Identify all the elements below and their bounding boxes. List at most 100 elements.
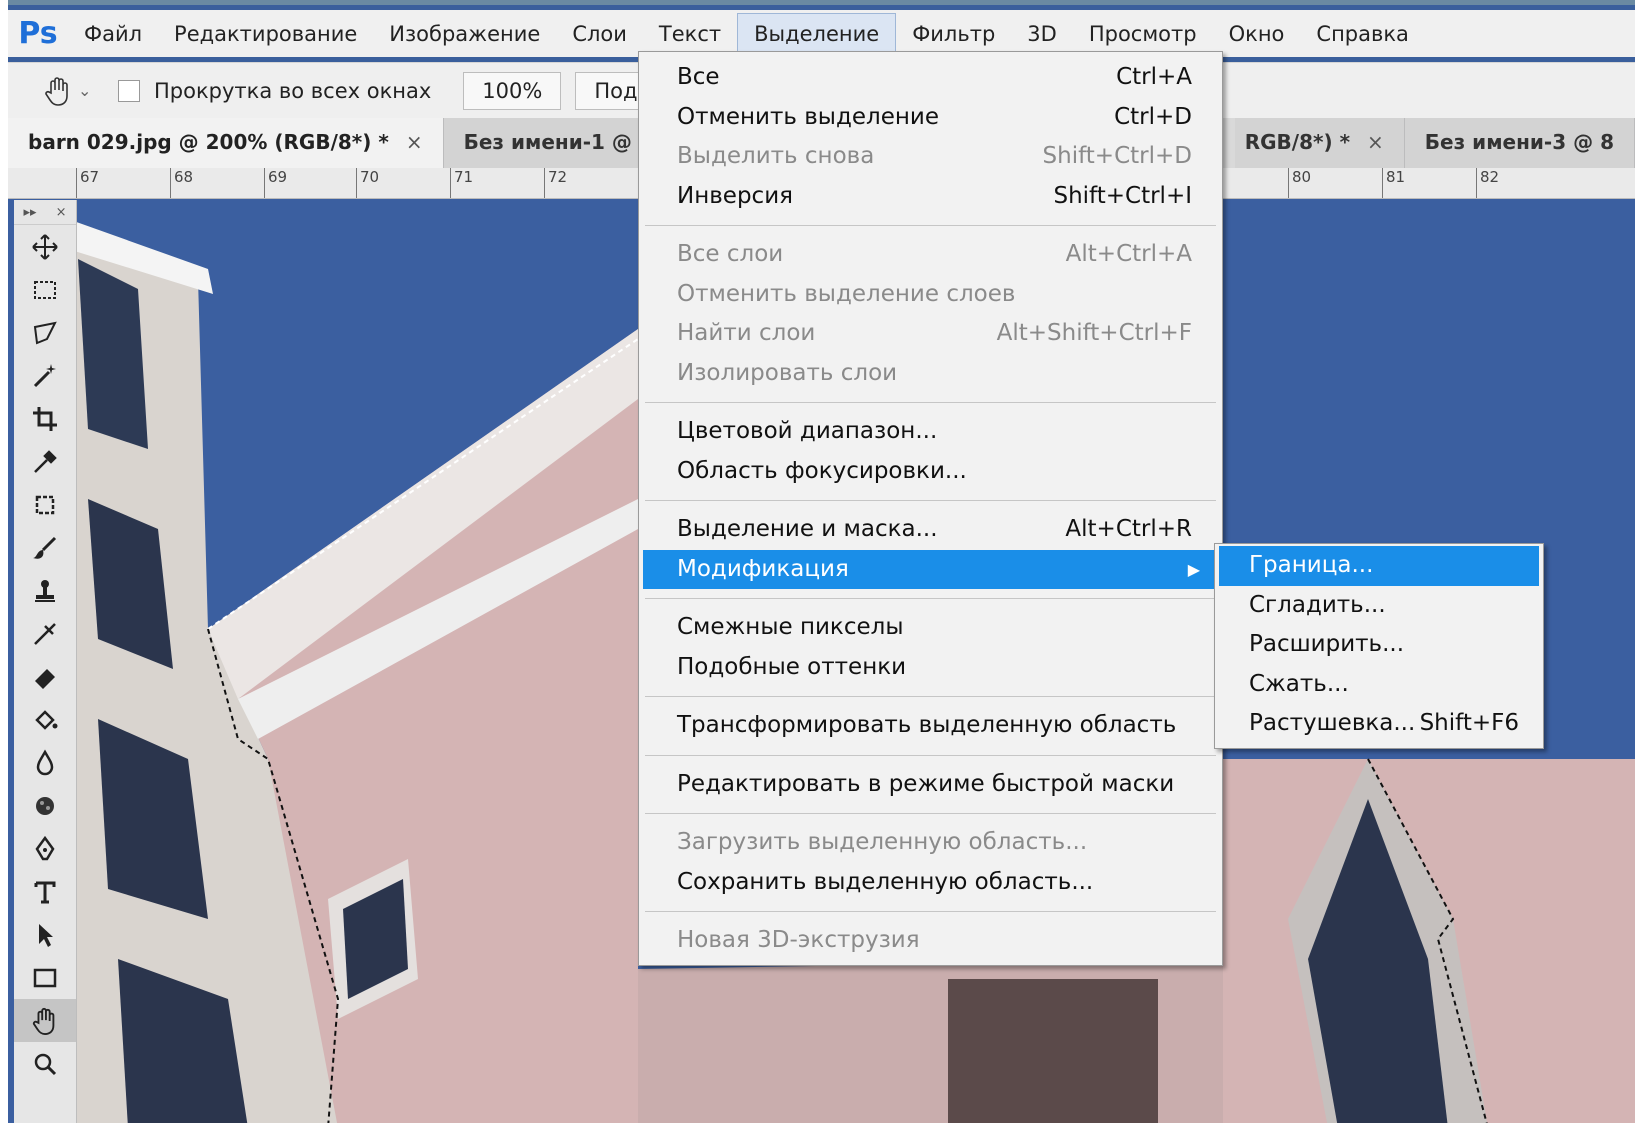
menu-item-focus-area[interactable]: Область фокусировки... <box>639 452 1222 492</box>
submenu-item-label: Растушевка... <box>1249 710 1416 736</box>
brush-tool-icon[interactable] <box>14 526 76 569</box>
paint-bucket-tool-icon[interactable] <box>14 698 76 741</box>
tab-untitled-1[interactable]: Без имени-1 @ 200% <box>443 118 655 168</box>
tools-panel: ▸▸ × <box>14 200 77 1123</box>
modify-submenu: Граница... Сгладить... Расширить... Сжат… <box>1214 543 1544 749</box>
menu-image[interactable]: Изображение <box>373 14 556 54</box>
ps-logo: Ps <box>18 16 58 51</box>
menu-item-quick-mask[interactable]: Редактировать в режиме быстрой маски <box>639 765 1222 805</box>
menu-separator <box>645 754 1216 756</box>
menu-filter[interactable]: Фильтр <box>896 14 1011 54</box>
close-icon[interactable]: × <box>56 205 67 220</box>
menu-item-new-3d-extrusion: Новая 3D-экструзия <box>639 921 1222 961</box>
menu-item-similar[interactable]: Подобные оттенки <box>639 648 1222 688</box>
menu-item-find-layers: Найти слои Alt+Shift+Ctrl+F <box>639 314 1222 354</box>
menu-separator <box>645 696 1216 697</box>
menu-item-label: Область фокусировки... <box>677 457 967 484</box>
menu-separator <box>645 500 1216 501</box>
menu-select[interactable]: Выделение <box>737 12 897 55</box>
menu-window[interactable]: Окно <box>1213 14 1301 54</box>
menu-item-label: Смежные пикселы <box>677 614 904 640</box>
menu-item-deselect[interactable]: Отменить выделение Ctrl+D <box>639 98 1222 138</box>
submenu-item-contract[interactable]: Сжать... <box>1215 665 1543 705</box>
hand-tool-preset-icon[interactable] <box>38 71 78 111</box>
eraser-tool-icon[interactable] <box>14 655 76 698</box>
menu-item-select-all[interactable]: Все Ctrl+A <box>639 58 1222 98</box>
menu-help[interactable]: Справка <box>1300 14 1425 54</box>
marquee-tool-icon[interactable] <box>14 268 76 311</box>
menu-item-color-range[interactable]: Цветовой диапазон... <box>639 412 1222 452</box>
hand-tool-icon[interactable] <box>14 999 76 1042</box>
stamp-tool-icon[interactable] <box>14 569 76 612</box>
menu-item-shortcut: Shift+Ctrl+D <box>1042 143 1192 169</box>
menu-item-label: Загрузить выделенную область... <box>677 829 1088 855</box>
menu-separator <box>645 598 1216 599</box>
menu-view[interactable]: Просмотр <box>1073 14 1213 54</box>
menu-file[interactable]: Файл <box>68 14 158 54</box>
menu-item-save-selection[interactable]: Сохранить выделенную область... <box>639 863 1222 903</box>
zoom-100-button[interactable]: 100% <box>463 71 562 110</box>
menu-item-label: Новая 3D-экструзия <box>677 927 920 953</box>
pen-tool-icon[interactable] <box>14 827 76 870</box>
menu-item-label: Модификация <box>677 555 849 582</box>
tab-partial[interactable]: RGB/8*) * × <box>1234 118 1405 168</box>
menu-item-label: Все <box>677 64 720 90</box>
submenu-item-expand[interactable]: Расширить... <box>1215 625 1543 665</box>
close-icon[interactable]: × <box>1367 130 1384 154</box>
ruler-tick: 72 <box>544 168 567 198</box>
ruler-tick: 68 <box>170 168 193 198</box>
menu-item-shortcut: Ctrl+A <box>1116 64 1192 90</box>
menu-item-modify[interactable]: Модификация ▶ <box>643 549 1218 589</box>
menu-item-label: Выделить снова <box>677 143 875 169</box>
menu-separator <box>645 402 1216 403</box>
spot-healing-tool-icon[interactable] <box>14 483 76 526</box>
menu-item-shortcut: Alt+Ctrl+A <box>1065 241 1192 267</box>
blur-tool-icon[interactable] <box>14 741 76 784</box>
menu-item-inverse[interactable]: Инверсия Shift+Ctrl+I <box>639 177 1222 217</box>
crop-tool-icon[interactable] <box>14 397 76 440</box>
menu-item-label: Отменить выделение <box>677 103 940 130</box>
type-tool-icon[interactable] <box>14 870 76 913</box>
sponge-tool-icon[interactable] <box>14 784 76 827</box>
menu-item-label: Выделение и маска... <box>677 516 938 542</box>
menu-type[interactable]: Текст <box>643 14 737 54</box>
history-brush-tool-icon[interactable] <box>14 612 76 655</box>
submenu-item-smooth[interactable]: Сгладить... <box>1215 586 1543 626</box>
submenu-item-label: Расширить... <box>1249 631 1405 657</box>
menu-item-label: Отменить выделение слоев <box>677 280 1016 307</box>
tab-label: Без имени-3 @ 8 <box>1424 130 1614 154</box>
expand-icon[interactable]: ▸▸ <box>24 205 37 220</box>
lasso-tool-icon[interactable] <box>14 311 76 354</box>
menu-3d[interactable]: 3D <box>1011 14 1073 54</box>
ruler-tick: 80 <box>1288 168 1311 198</box>
scroll-all-windows-checkbox[interactable] <box>118 79 140 102</box>
photoshop-window: Ps Файл Редактирование Изображение Слои … <box>8 0 1635 1123</box>
rectangle-tool-icon[interactable] <box>14 956 76 999</box>
close-icon[interactable]: × <box>406 130 423 154</box>
menu-item-select-and-mask[interactable]: Выделение и маска... Alt+Ctrl+R <box>639 510 1222 550</box>
tab-barn-029[interactable]: barn 029.jpg @ 200% (RGB/8*) * × <box>8 118 444 168</box>
tab-untitled-3[interactable]: Без имени-3 @ 8 <box>1404 118 1635 168</box>
scroll-all-windows-label: Прокрутка во всех окнах <box>154 78 432 103</box>
move-tool-icon[interactable] <box>14 225 76 268</box>
chevron-down-icon[interactable]: ⌄ <box>78 81 98 100</box>
ruler-tick: 69 <box>264 168 287 198</box>
menu-item-shortcut: Alt+Ctrl+R <box>1065 516 1192 542</box>
submenu-arrow-icon: ▶ <box>1187 559 1200 579</box>
menu-item-grow[interactable]: Смежные пикселы <box>639 608 1222 648</box>
menu-separator <box>645 813 1216 814</box>
menu-item-all-layers: Все слои Alt+Ctrl+A <box>639 235 1222 275</box>
zoom-tool-icon[interactable] <box>14 1042 76 1085</box>
menu-layers[interactable]: Слои <box>556 14 643 54</box>
menu-item-label: Изолировать слои <box>677 359 898 386</box>
submenu-item-border[interactable]: Граница... <box>1219 546 1539 586</box>
submenu-item-feather[interactable]: Растушевка... Shift+F6 <box>1215 704 1543 744</box>
menu-item-shortcut: Alt+Shift+Ctrl+F <box>996 320 1192 346</box>
magic-wand-tool-icon[interactable] <box>14 354 76 397</box>
menu-edit[interactable]: Редактирование <box>158 14 373 54</box>
menu-item-transform-selection[interactable]: Трансформировать выделенную область <box>639 706 1222 746</box>
menu-item-isolate-layers: Изолировать слои <box>639 354 1222 394</box>
path-selection-tool-icon[interactable] <box>14 913 76 956</box>
tab-label: Без имени-1 @ 200% <box>463 130 654 154</box>
eyedropper-tool-icon[interactable] <box>14 440 76 483</box>
